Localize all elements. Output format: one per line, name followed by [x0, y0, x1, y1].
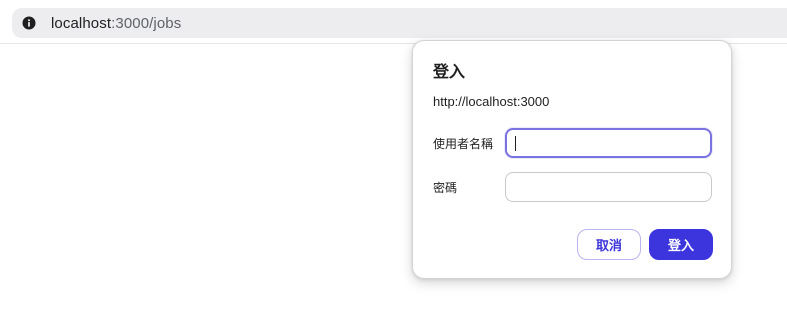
browser-toolbar: localhost:3000/jobs — [0, 4, 787, 44]
info-icon[interactable] — [22, 16, 36, 30]
cancel-button[interactable]: 取消 — [577, 229, 641, 260]
sign-in-dialog: 登入 http://localhost:3000 使用者名稱 密碼 取消 登入 — [412, 40, 732, 279]
url-path: :3000/jobs — [111, 15, 182, 32]
text-caret — [515, 136, 516, 151]
address-bar[interactable]: localhost:3000/jobs — [12, 8, 787, 38]
url-host: localhost — [51, 15, 112, 32]
username-label: 使用者名稱 — [433, 137, 494, 151]
password-field[interactable] — [505, 172, 712, 202]
username-field[interactable] — [505, 128, 712, 158]
dialog-title: 登入 — [433, 64, 466, 81]
password-label: 密碼 — [433, 181, 458, 195]
url-text[interactable]: localhost:3000/jobs — [51, 15, 181, 32]
sign-in-button[interactable]: 登入 — [649, 229, 713, 260]
dialog-origin: http://localhost:3000 — [433, 94, 550, 109]
